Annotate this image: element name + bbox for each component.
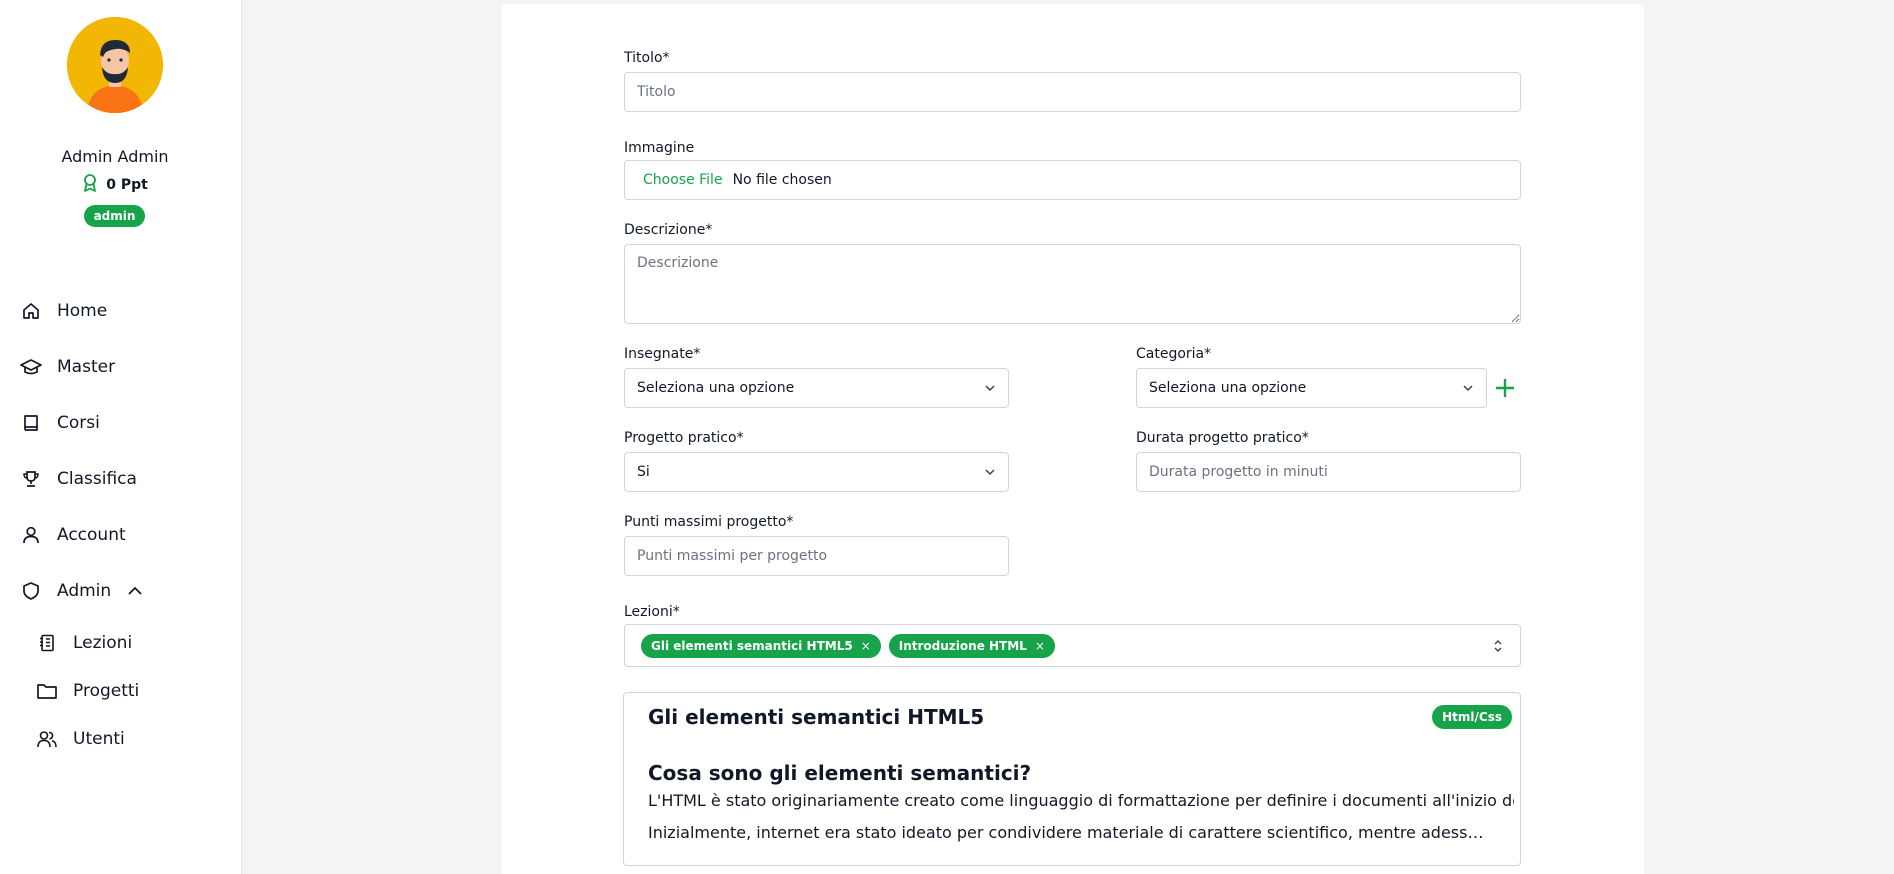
preview-paragraph: Inizialmente, internet era stato ideato … xyxy=(648,823,1493,842)
lezione-tag: Introduzione HTML × xyxy=(888,633,1055,658)
nav-item-classifica[interactable]: Classifica xyxy=(20,465,137,493)
chevron-down-icon xyxy=(984,380,996,396)
user-icon xyxy=(20,524,42,546)
preview-title: Gli elementi semantici HTML5 xyxy=(648,705,985,729)
durata-label: Durata progetto pratico* xyxy=(1136,430,1309,446)
nav-item-home[interactable]: Home xyxy=(20,297,107,325)
file-status: No file chosen xyxy=(732,172,832,188)
punti-input[interactable] xyxy=(624,536,1009,576)
insegnate-value: Seleziona una opzione xyxy=(637,380,795,396)
nav-label-classifica: Classifica xyxy=(57,469,137,489)
shield-icon xyxy=(20,580,42,602)
graduation-cap-icon xyxy=(20,356,42,378)
category-badge: Html/Css xyxy=(1432,705,1512,729)
award-icon xyxy=(84,174,97,192)
role-badge: admin xyxy=(84,205,145,227)
progetto-value: Si xyxy=(637,464,650,480)
nav-label-home: Home xyxy=(57,301,108,321)
titolo-input[interactable] xyxy=(624,72,1521,112)
plus-icon xyxy=(1496,379,1514,397)
chevron-up-down-icon[interactable] xyxy=(1492,638,1504,654)
users-icon xyxy=(36,728,58,750)
home-icon xyxy=(20,300,42,322)
titolo-label: Titolo* xyxy=(624,50,670,66)
user-name: Admin Admin xyxy=(61,147,169,166)
nav-item-corsi[interactable]: Corsi xyxy=(20,409,100,437)
sidebar-label-utenti: Utenti xyxy=(73,729,125,749)
avatar-illustration xyxy=(67,17,163,113)
descrizione-textarea[interactable] xyxy=(624,244,1521,324)
sidebar-item-utenti[interactable]: Utenti xyxy=(36,725,125,753)
categoria-select[interactable]: Seleziona una opzione xyxy=(1136,368,1487,408)
durata-input[interactable] xyxy=(1136,452,1521,492)
user-points: 0 Ppt xyxy=(0,174,230,193)
preview-paragraph: L'HTML è stato originariamente creato co… xyxy=(648,791,1514,810)
points-label: 0 Ppt xyxy=(106,177,148,193)
nav-item-account[interactable]: Account xyxy=(20,521,126,549)
remove-tag-icon[interactable]: × xyxy=(1035,639,1045,653)
sidebar-item-lezioni[interactable]: Lezioni xyxy=(36,629,132,657)
chevron-down-icon xyxy=(984,464,996,480)
nav-label-account: Account xyxy=(57,525,126,545)
trophy-icon xyxy=(20,468,42,490)
punti-label: Punti massimi progetto* xyxy=(624,514,794,530)
notebook-icon xyxy=(36,632,58,654)
avatar[interactable] xyxy=(67,17,163,113)
progetto-label: Progetto pratico* xyxy=(624,430,744,446)
nav-item-master[interactable]: Master xyxy=(20,353,115,381)
nav-label-corsi: Corsi xyxy=(57,413,100,433)
insegnate-label: Insegnate* xyxy=(624,346,701,362)
sidebar: Admin Admin 0 Ppt admin Home Master Cors… xyxy=(0,0,242,874)
add-categoria-button[interactable] xyxy=(1491,374,1519,402)
lezione-preview-card: Gli elementi semantici HTML5 Html/Css Co… xyxy=(623,692,1521,866)
immagine-label: Immagine xyxy=(624,140,695,156)
chevron-down-icon xyxy=(1462,380,1474,396)
lezione-tag-label: Gli elementi semantici HTML5 xyxy=(651,638,853,653)
choose-file-button[interactable]: Choose File xyxy=(643,172,723,188)
sidebar-label-progetti: Progetti xyxy=(73,681,140,701)
immagine-file-input[interactable]: Choose File No file chosen xyxy=(624,160,1521,200)
chevron-up-icon[interactable] xyxy=(127,586,143,596)
sidebar-label-lezioni: Lezioni xyxy=(73,633,133,653)
nav-label-admin: Admin xyxy=(57,581,112,601)
progetto-select[interactable]: Si xyxy=(624,452,1009,492)
book-icon xyxy=(20,412,42,434)
lezione-tag-label: Introduzione HTML xyxy=(898,638,1027,653)
nav-item-admin[interactable]: Admin xyxy=(20,577,143,605)
preview-heading: Cosa sono gli elementi semantici? xyxy=(648,761,1032,785)
lezioni-label: Lezioni* xyxy=(624,604,680,620)
categoria-value: Seleziona una opzione xyxy=(1149,380,1307,396)
lezioni-multiselect[interactable]: Gli elementi semantici HTML5 × Introduzi… xyxy=(624,624,1521,667)
nav-label-master: Master xyxy=(57,357,116,377)
lezione-tag: Gli elementi semantici HTML5 × xyxy=(641,633,881,658)
remove-tag-icon[interactable]: × xyxy=(861,639,871,653)
sidebar-item-progetti[interactable]: Progetti xyxy=(36,677,139,705)
descrizione-label: Descrizione* xyxy=(624,222,713,238)
insegnate-select[interactable]: Seleziona una opzione xyxy=(624,368,1009,408)
categoria-label: Categoria* xyxy=(1136,346,1212,362)
folder-icon xyxy=(36,680,58,702)
